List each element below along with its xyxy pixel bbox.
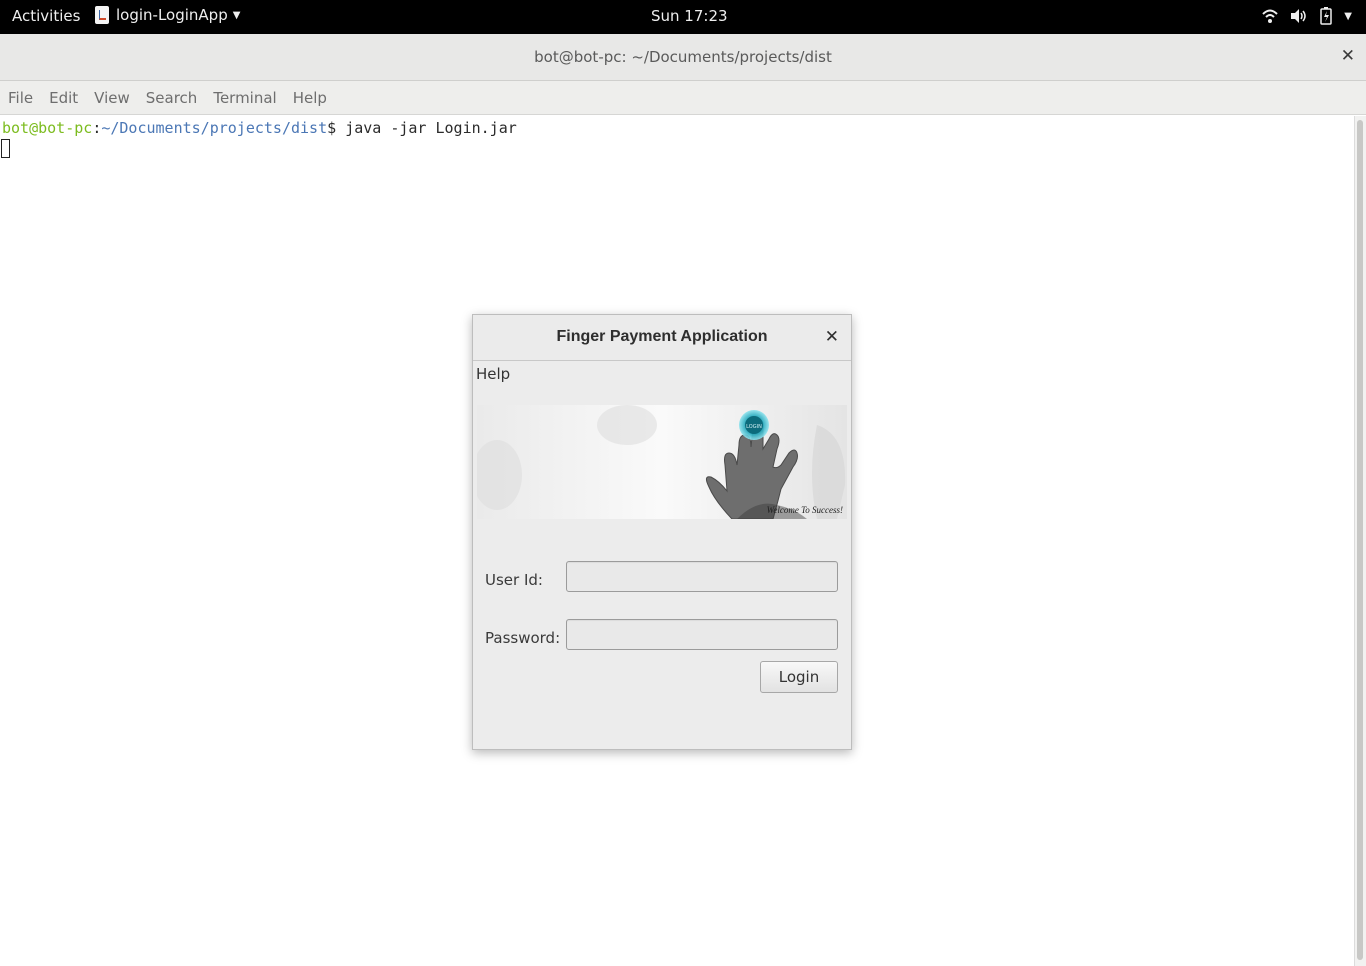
prompt-separator: : [92,119,102,137]
caret-down-icon: ▼ [232,9,241,21]
prompt-path: ~/Documents/projects/dist [101,119,328,137]
status-menu[interactable]: ▼ [1262,7,1352,25]
prompt-symbol: $ [327,119,346,137]
dialog-menu-help[interactable]: Help [476,365,510,383]
java-app-icon [95,6,109,24]
menu-view[interactable]: View [94,89,130,107]
activities-button[interactable]: Activities [12,7,80,25]
terminal-cursor [1,139,10,158]
dialog-titlebar[interactable]: Finger Payment Application ✕ [473,315,851,361]
menu-file[interactable]: File [8,89,33,107]
top-bar: Activities login-LoginApp ▼ Sun 17:23 ▼ [0,0,1366,34]
password-input[interactable] [566,619,838,650]
terminal-title: bot@bot-pc: ~/Documents/projects/dist [534,48,832,66]
menu-edit[interactable]: Edit [49,89,78,107]
clock[interactable]: Sun 17:23 [651,7,728,25]
banner-image: LOGIN [477,405,847,519]
scrollbar-thumb[interactable] [1357,120,1363,960]
svg-text:LOGIN: LOGIN [746,424,762,430]
terminal-titlebar[interactable]: bot@bot-pc: ~/Documents/projects/dist ✕ [0,34,1366,81]
terminal-prompt-line: bot@bot-pc:~/Documents/projects/dist$ ja… [2,119,517,137]
terminal-menubar: File Edit View Search Terminal Help [0,81,1366,115]
banner-welcome-text: Welcome To Success! [766,505,843,515]
login-dialog: Finger Payment Application ✕ Help LOGIN … [472,314,852,750]
menu-help[interactable]: Help [293,89,327,107]
power-menu-icon: ▼ [1344,10,1352,22]
volume-icon [1291,9,1307,23]
login-banner: LOGIN Welcome To Success! [477,405,847,519]
password-label: Password: [485,629,561,647]
app-menu-label: login-LoginApp [116,6,228,24]
user-id-input[interactable] [566,561,838,592]
close-icon[interactable]: ✕ [1341,46,1355,66]
user-id-label: User Id: [485,571,543,589]
close-icon[interactable]: ✕ [825,327,839,347]
wifi-icon [1262,9,1279,23]
prompt-user: bot@bot-pc [2,119,93,137]
terminal-command: java -jar Login.jar [345,119,517,137]
app-menu[interactable]: login-LoginApp ▼ [95,6,240,24]
menu-search[interactable]: Search [146,89,198,107]
menu-terminal[interactable]: Terminal [213,89,276,107]
login-button[interactable]: Login [760,661,838,693]
terminal-scrollbar[interactable] [1354,116,1366,966]
dialog-title: Finger Payment Application [556,328,768,345]
battery-icon [1320,7,1333,25]
